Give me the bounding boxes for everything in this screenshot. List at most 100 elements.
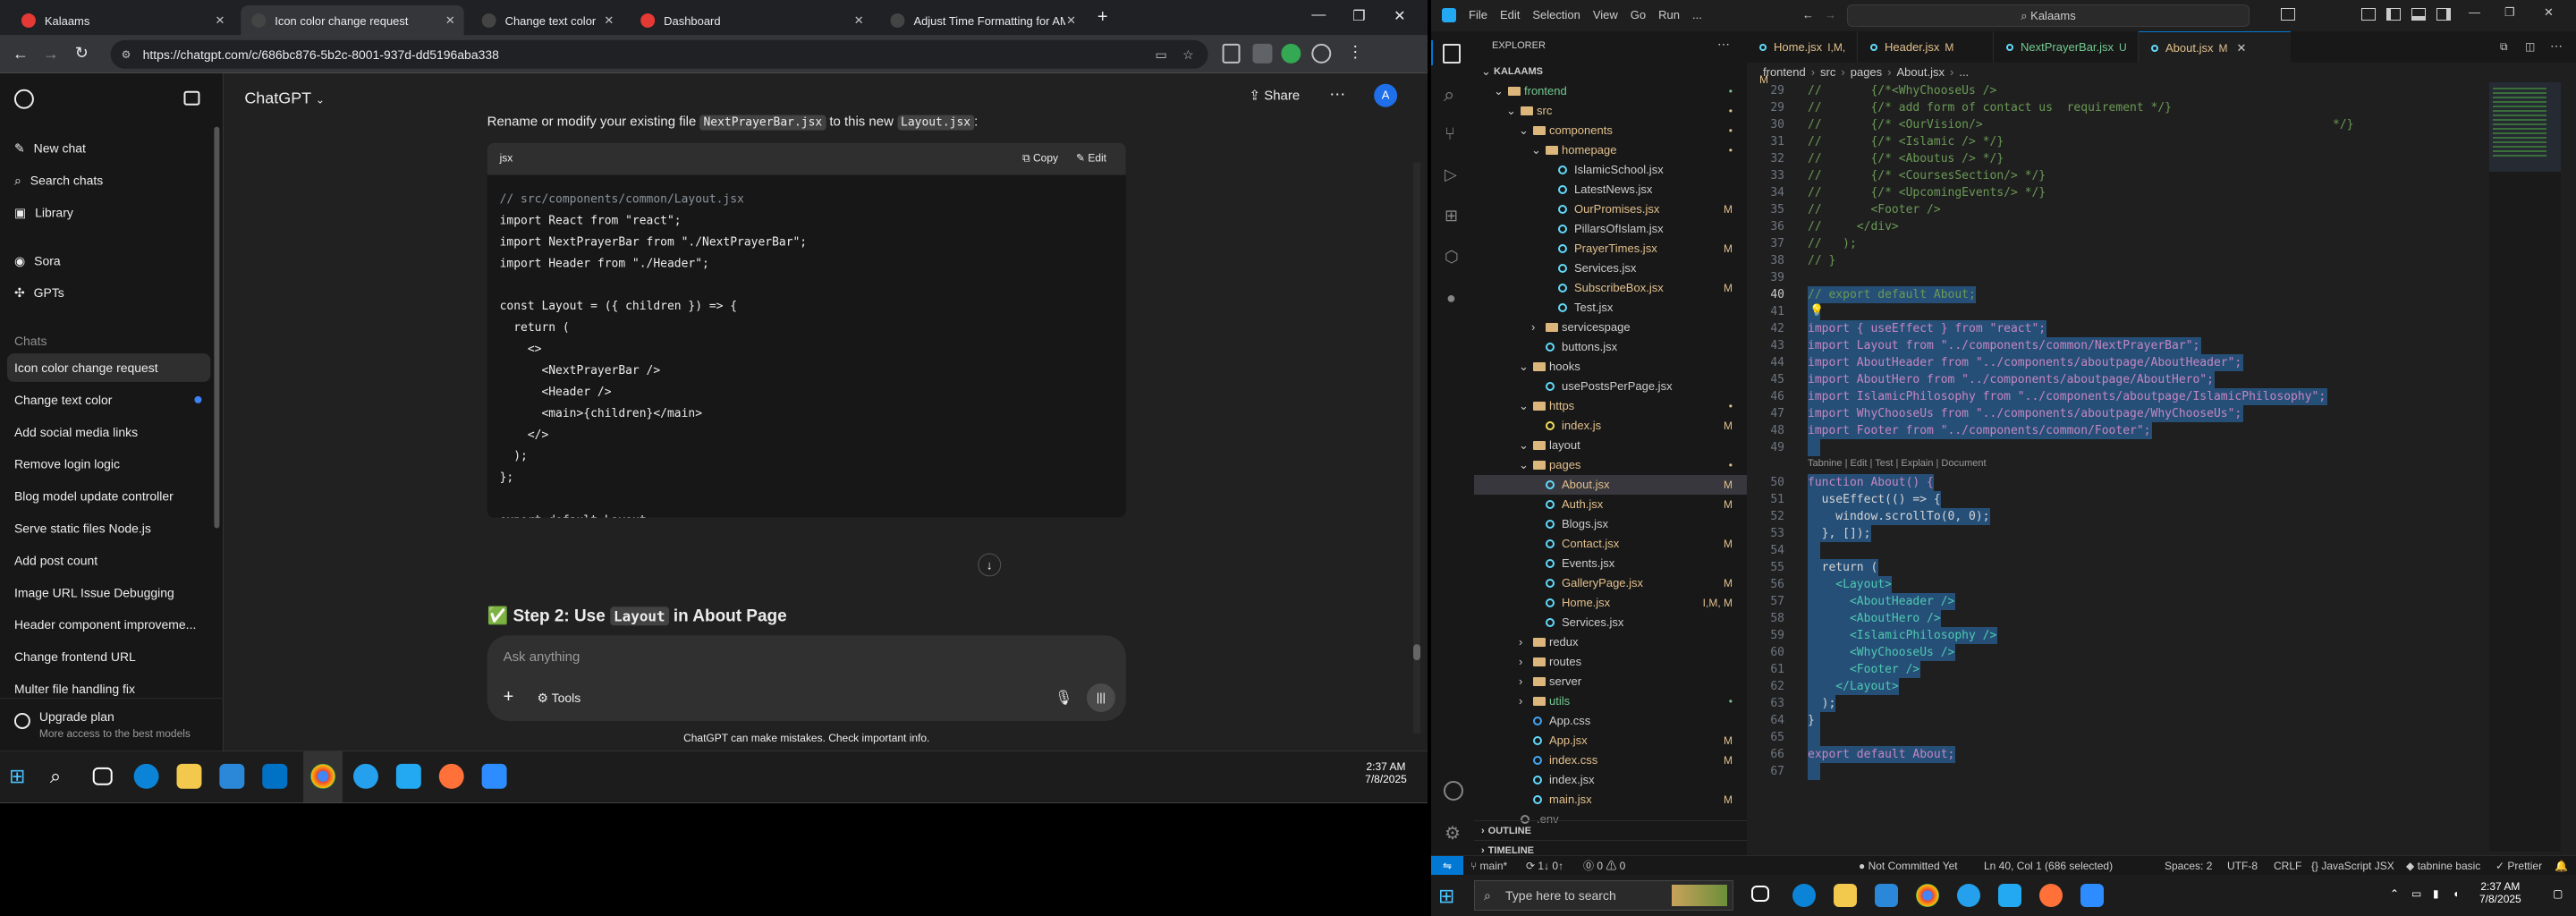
clock[interactable]: 2:37 AM 7/8/2025: [2479, 880, 2521, 905]
store-icon[interactable]: [1875, 884, 1898, 907]
git-branch[interactable]: ⑂ main*: [1470, 856, 1507, 876]
copy-code-button[interactable]: ⧉ Copy: [1022, 152, 1058, 165]
app-icon[interactable]: [353, 763, 378, 789]
browser-tab[interactable]: Icon color change request ✕: [241, 4, 464, 36]
openai-logo-icon[interactable]: [13, 89, 34, 109]
volume-icon[interactable]: ◖: [2453, 887, 2459, 900]
tree-file[interactable]: index.css M: [1474, 751, 1747, 770]
breadcrumb-item[interactable]: src: [1820, 65, 1835, 79]
chrome-icon[interactable]: [310, 763, 336, 789]
tree-file[interactable]: Services.jsx: [1474, 259, 1747, 278]
tree-folder[interactable]: › servicespage: [1474, 318, 1747, 337]
reload-icon[interactable]: ↻: [75, 44, 89, 63]
taskbar-search[interactable]: ⌕ Type here to search: [1474, 880, 1733, 911]
vscode-icon[interactable]: [1998, 884, 2021, 907]
editor-tab[interactable]: Header.jsx M: [1858, 31, 1994, 63]
chat-history-item[interactable]: Add post count: [7, 546, 210, 574]
edge-icon[interactable]: [133, 763, 159, 789]
gpts-button[interactable]: ✣ GPTs: [14, 285, 64, 301]
tree-file[interactable]: Events.jsx: [1474, 554, 1747, 573]
notification-center-icon[interactable]: ▢: [2553, 887, 2563, 900]
microphone-icon[interactable]: 🎙: [1055, 689, 1072, 707]
tree-folder[interactable]: ⌄ KALAAMS: [1474, 62, 1747, 81]
maximize-button[interactable]: ❐: [2504, 5, 2515, 20]
notifications-bell-icon[interactable]: 🔔: [2555, 856, 2568, 876]
tree-file[interactable]: OurPromises.jsx M: [1474, 199, 1747, 219]
indentation[interactable]: Spaces: 2: [2165, 856, 2212, 876]
tree-folder[interactable]: › server: [1474, 672, 1747, 691]
close-tab-icon[interactable]: ✕: [215, 13, 225, 28]
breadcrumb-item[interactable]: About.jsx: [1897, 65, 1945, 79]
tree-file[interactable]: index.jsx: [1474, 770, 1747, 790]
chrome-icon[interactable]: [1916, 884, 1939, 907]
zoom-icon[interactable]: [2080, 884, 2104, 907]
code-editor[interactable]: 29 // {/*<WhyChooseUs /> 29 // {/* add form…: [1747, 82, 2480, 852]
edit-code-button[interactable]: ✎ Edit: [1076, 152, 1106, 165]
chat-history-item[interactable]: Image URL Issue Debugging: [7, 578, 210, 606]
app-icon[interactable]: [1957, 884, 1980, 907]
edge-icon[interactable]: [1792, 884, 1816, 907]
back-icon[interactable]: ←: [13, 45, 29, 64]
tree-folder[interactable]: ⌄ https •: [1474, 396, 1747, 416]
remote-indicator-icon[interactable]: ⇋: [1431, 856, 1463, 875]
bookmark-star-icon[interactable]: ☆: [1182, 40, 1194, 69]
prettier-status[interactable]: ✓ Prettier: [2496, 856, 2542, 876]
profile-avatar[interactable]: [1281, 43, 1301, 64]
address-bar[interactable]: ⚙ https://chatgpt.com/c/686bc876-5b2c-80…: [110, 39, 1208, 69]
line-ending[interactable]: CRLF: [2274, 856, 2301, 876]
windows-start-icon[interactable]: ⊞: [1438, 884, 1463, 909]
tree-folder[interactable]: › routes: [1474, 652, 1747, 672]
breadcrumb-item[interactable]: pages: [1851, 65, 1882, 79]
menu-item[interactable]: File: [1469, 8, 1487, 21]
network-icon[interactable]: ▭: [2411, 887, 2421, 900]
tree-folder[interactable]: › redux: [1474, 632, 1747, 652]
outline-section[interactable]: › OUTLINE: [1474, 820, 1747, 840]
tree-folder[interactable]: › utils •: [1474, 691, 1747, 711]
forward-icon[interactable]: →: [43, 45, 59, 64]
search-chats-button[interactable]: ⌕ Search chats: [14, 174, 103, 189]
language-mode[interactable]: {} JavaScript JSX: [2311, 856, 2394, 876]
scroll-down-button[interactable]: ↓: [978, 553, 1002, 577]
model-selector[interactable]: ChatGPT ⌄: [244, 89, 325, 108]
maximize-button[interactable]: ❐: [1352, 7, 1365, 25]
site-info-icon[interactable]: ⚙: [122, 40, 131, 69]
more-actions-icon[interactable]: ⋯: [2550, 38, 2563, 54]
tree-file[interactable]: Auth.jsx M: [1474, 495, 1747, 514]
close-tab-icon[interactable]: ✕: [854, 13, 864, 28]
editor-tab[interactable]: Home.jsx I,M, M: [1747, 31, 1858, 86]
open-changes-icon[interactable]: ◫: [2525, 40, 2535, 53]
layout-icon[interactable]: [2361, 8, 2376, 21]
browser-tab[interactable]: Adjust Time Formatting for AM ✕: [880, 5, 1085, 36]
extension-puzzle-icon[interactable]: [1252, 43, 1273, 64]
cursor-position[interactable]: Ln 40, Col 1 (686 selected): [1984, 856, 2113, 876]
lightbulb-icon[interactable]: 💡: [1809, 303, 1824, 318]
tree-file[interactable]: LatestNews.jsx: [1474, 180, 1747, 199]
menu-item[interactable]: Edit: [1500, 8, 1520, 21]
split-editor-icon[interactable]: ⧉: [2500, 40, 2508, 54]
minimize-button[interactable]: —: [1311, 7, 1326, 23]
file-explorer-icon[interactable]: [1834, 884, 1857, 907]
back-icon[interactable]: ←: [1802, 8, 1814, 21]
menu-item[interactable]: Selection: [1532, 8, 1580, 21]
accounts-icon[interactable]: [1444, 781, 1463, 801]
file-explorer-icon[interactable]: [176, 763, 202, 789]
tree-file[interactable]: usePostsPerPage.jsx: [1474, 377, 1747, 396]
share-button[interactable]: ⇪ Share: [1250, 88, 1301, 104]
encoding[interactable]: UTF-8: [2227, 856, 2258, 876]
git-blame[interactable]: ● Not Committed Yet: [1859, 856, 1958, 876]
tree-folder[interactable]: ⌄ homepage •: [1474, 140, 1747, 160]
main-scrollbar-thumb[interactable]: [1413, 644, 1421, 661]
tree-file[interactable]: Home.jsx I,M, M: [1474, 593, 1747, 613]
minimap[interactable]: [2489, 82, 2561, 852]
user-avatar[interactable]: A: [1374, 83, 1398, 107]
tree-file[interactable]: index.js M: [1474, 416, 1747, 436]
voice-mode-icon[interactable]: |||: [1086, 683, 1115, 713]
explorer-icon[interactable]: [1443, 44, 1461, 64]
tree-file[interactable]: Test.jsx: [1474, 298, 1747, 318]
tree-file[interactable]: Blogs.jsx: [1474, 514, 1747, 534]
editor-tab[interactable]: About.jsx M ✕: [2139, 31, 2291, 63]
chat-history-item[interactable]: Header component improveme...: [7, 610, 210, 639]
breadcrumb-item[interactable]: ...: [1959, 65, 1969, 79]
git-sync[interactable]: ⟳ 1↓ 0↑: [1526, 856, 1563, 876]
menu-item[interactable]: Go: [1631, 8, 1646, 21]
